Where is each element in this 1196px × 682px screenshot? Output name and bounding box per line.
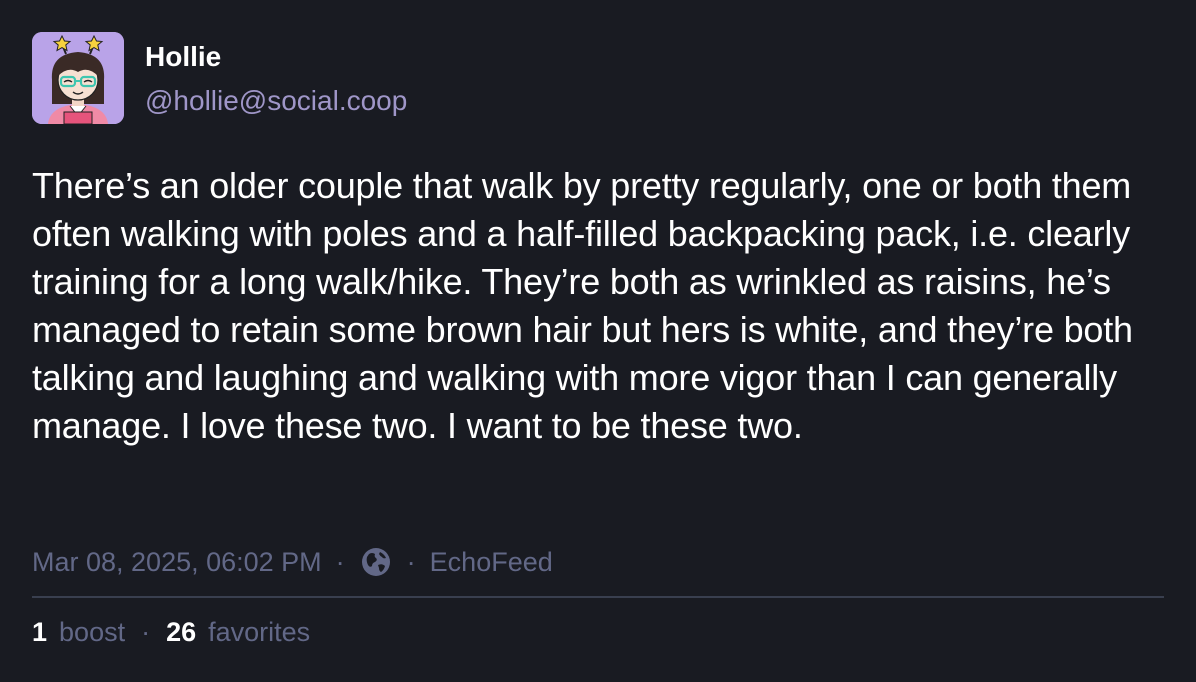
boost-label: boost [59, 616, 126, 647]
boosts-stat[interactable]: 1 boost [32, 617, 125, 648]
favorite-label: favorites [208, 616, 311, 647]
account-handle[interactable]: @hollie@social.coop [145, 84, 407, 118]
post-meta: Mar 08, 2025, 06:02 PM · · EchoFeed [32, 544, 553, 580]
avatar-illustration [32, 32, 124, 124]
meta-separator: · [406, 546, 416, 577]
post-stats: 1 boost · 26 favorites [32, 614, 310, 650]
divider [32, 596, 1164, 598]
globe-icon[interactable] [359, 545, 393, 579]
meta-separator: · [335, 546, 345, 577]
favorite-count: 26 [166, 616, 197, 647]
app-name-link[interactable]: EchoFeed [430, 547, 553, 578]
post-timestamp[interactable]: Mar 08, 2025, 06:02 PM [32, 547, 322, 578]
post-card: Hollie @hollie@social.coop There’s an ol… [0, 0, 1196, 682]
favorites-stat[interactable]: 26 favorites [166, 617, 310, 648]
avatar[interactable] [32, 32, 124, 124]
display-name[interactable]: Hollie [145, 40, 221, 74]
post-content: There’s an older couple that walk by pre… [32, 165, 1133, 446]
boost-count: 1 [32, 616, 48, 647]
stats-separator: · [141, 616, 151, 647]
